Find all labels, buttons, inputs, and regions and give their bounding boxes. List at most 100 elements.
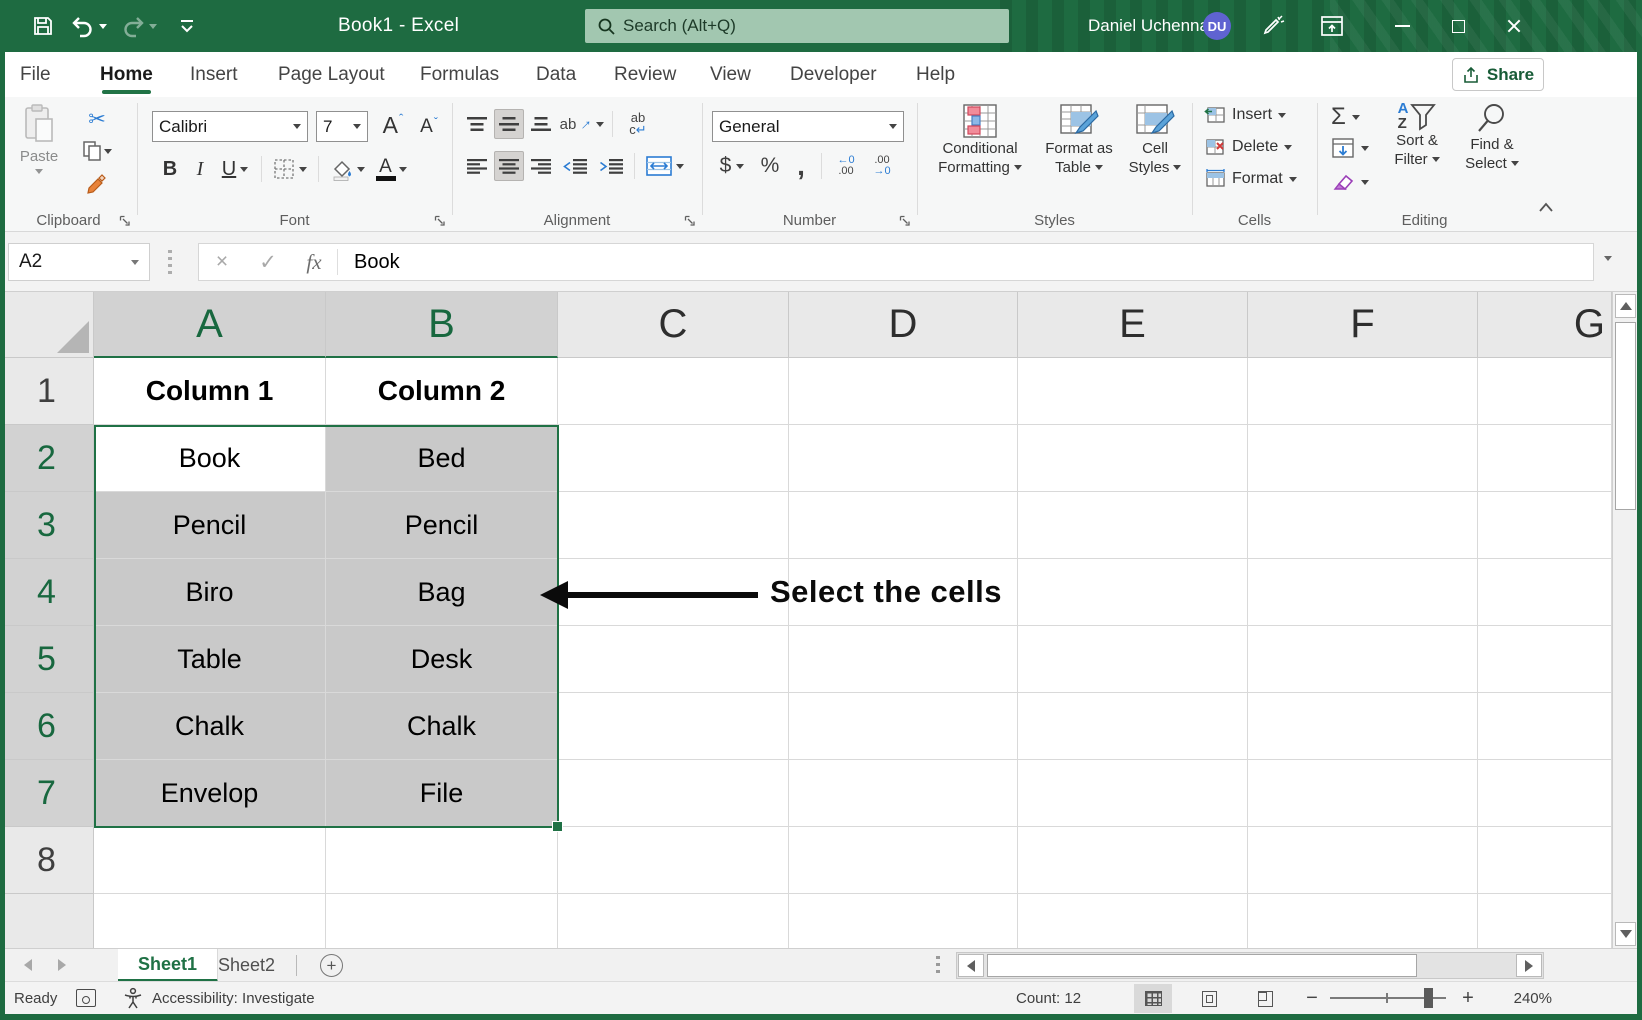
maximize-button[interactable] — [1430, 0, 1486, 52]
cancel-button[interactable]: × — [199, 250, 245, 274]
cell-A1[interactable]: Column 1 — [94, 358, 326, 425]
cell-C6[interactable] — [558, 693, 789, 760]
cell-D2[interactable] — [789, 425, 1018, 492]
row-header-1[interactable]: 1 — [0, 358, 94, 425]
cell-B6[interactable]: Chalk — [326, 693, 558, 760]
tab-formulas[interactable]: Formulas — [420, 52, 499, 97]
next-sheet-button[interactable] — [58, 959, 66, 971]
cell-F1[interactable] — [1248, 358, 1478, 425]
cell-B4[interactable]: Bag — [326, 559, 558, 626]
format-cells-button[interactable]: Format — [1204, 169, 1297, 189]
cell-A4[interactable]: Biro — [94, 559, 326, 626]
autosum-button[interactable]: Σ — [1331, 103, 1360, 131]
cell-A8[interactable] — [94, 827, 326, 894]
cut-button[interactable]: ✂ — [80, 105, 114, 133]
cell-E6[interactable] — [1018, 693, 1248, 760]
expand-formula-bar-icon[interactable] — [1604, 256, 1612, 261]
cell-C7[interactable] — [558, 760, 789, 827]
select-all-corner[interactable] — [0, 292, 94, 358]
page-layout-view-button[interactable] — [1190, 984, 1228, 1013]
zoom-out-button[interactable]: − — [1302, 982, 1322, 1015]
row-header-8[interactable]: 8 — [0, 827, 94, 894]
wrap-text-button[interactable]: ab c↵ — [619, 109, 657, 139]
zoom-slider[interactable] — [1330, 997, 1446, 999]
avatar[interactable]: DU — [1203, 12, 1231, 40]
cell-D3[interactable] — [789, 492, 1018, 559]
cell-F5[interactable] — [1248, 626, 1478, 693]
cell-G8[interactable] — [1478, 827, 1612, 894]
row-header-4[interactable]: 4 — [0, 559, 94, 626]
cell-A2[interactable]: Book — [94, 425, 326, 492]
row-header-partial[interactable] — [0, 894, 94, 948]
cell-D7[interactable] — [789, 760, 1018, 827]
normal-view-button[interactable] — [1134, 984, 1172, 1013]
conditional-formatting-button[interactable]: Conditional Formatting — [927, 103, 1033, 177]
tab-insert[interactable]: Insert — [190, 52, 238, 97]
coming-soon-button[interactable] — [1252, 10, 1292, 42]
tab-review[interactable]: Review — [614, 52, 676, 97]
cell-C9[interactable] — [558, 894, 789, 948]
row-header-3[interactable]: 3 — [0, 492, 94, 559]
zoom-slider-thumb[interactable] — [1424, 988, 1433, 1008]
cell-E5[interactable] — [1018, 626, 1248, 693]
cell-C8[interactable] — [558, 827, 789, 894]
insert-cells-button[interactable]: Insert — [1204, 105, 1286, 125]
align-top-button[interactable] — [462, 109, 492, 139]
search-box[interactable] — [585, 9, 1009, 43]
scroll-left-button[interactable] — [958, 954, 984, 977]
cell-G5[interactable] — [1478, 626, 1612, 693]
column-header-C[interactable]: C — [558, 292, 789, 358]
copy-button[interactable] — [80, 137, 114, 165]
cell-F4[interactable] — [1248, 559, 1478, 626]
format-as-table-button[interactable]: Format as Table — [1037, 103, 1121, 177]
cell-G2[interactable] — [1478, 425, 1612, 492]
accounting-format-button[interactable]: $ — [712, 151, 752, 181]
borders-button[interactable] — [268, 153, 312, 185]
cell-B5[interactable]: Desk — [326, 626, 558, 693]
redo-button[interactable] — [116, 10, 160, 42]
row-header-6[interactable]: 6 — [0, 693, 94, 760]
paste-button[interactable]: Paste — [8, 103, 70, 174]
tab-page-layout[interactable]: Page Layout — [278, 52, 385, 97]
sort-filter-button[interactable]: A Z Sort & Filter — [1379, 101, 1455, 169]
font-dialog-launcher[interactable] — [434, 215, 446, 227]
minimize-button[interactable] — [1374, 0, 1430, 52]
horizontal-scrollbar[interactable] — [956, 952, 1544, 979]
name-box[interactable]: A2 — [8, 243, 150, 281]
italic-button[interactable]: I — [185, 153, 215, 185]
vertical-scrollbar[interactable] — [1612, 292, 1638, 948]
cell-G1[interactable] — [1478, 358, 1612, 425]
cell-C5[interactable] — [558, 626, 789, 693]
font-size-combo[interactable]: 7 — [316, 111, 368, 142]
percent-style-button[interactable]: % — [754, 151, 786, 181]
cell-D6[interactable] — [789, 693, 1018, 760]
cell-F8[interactable] — [1248, 827, 1478, 894]
align-left-button[interactable] — [462, 151, 492, 181]
tab-view[interactable]: View — [710, 52, 751, 97]
cell-D8[interactable] — [789, 827, 1018, 894]
cell-F9[interactable] — [1248, 894, 1478, 948]
formula-content[interactable]: Book — [338, 251, 400, 274]
sheet-tab-sheet2[interactable]: Sheet2 — [198, 949, 295, 982]
column-header-D[interactable]: D — [789, 292, 1018, 358]
cell-F6[interactable] — [1248, 693, 1478, 760]
cell-G4[interactable] — [1478, 559, 1612, 626]
column-header-F[interactable]: F — [1248, 292, 1478, 358]
enter-button[interactable]: ✓ — [245, 250, 291, 275]
accessibility-icon[interactable] — [122, 987, 144, 1009]
increase-decimal-button[interactable]: ←0.00 — [829, 151, 863, 181]
ribbon-display-options-button[interactable] — [1312, 10, 1352, 42]
tab-file[interactable]: File — [20, 52, 51, 97]
column-header-A[interactable]: A — [94, 292, 326, 358]
cell-D9[interactable] — [789, 894, 1018, 948]
share-button[interactable]: Share — [1452, 58, 1544, 91]
row-header-7[interactable]: 7 — [0, 760, 94, 827]
cell-E4[interactable] — [1018, 559, 1248, 626]
comma-style-button[interactable]: , — [788, 151, 814, 181]
cell-B3[interactable]: Pencil — [326, 492, 558, 559]
page-break-view-button[interactable] — [1246, 984, 1284, 1013]
increase-indent-button[interactable] — [594, 151, 628, 181]
cell-C1[interactable] — [558, 358, 789, 425]
clipboard-dialog-launcher[interactable] — [119, 215, 131, 227]
close-button[interactable] — [1486, 0, 1542, 52]
